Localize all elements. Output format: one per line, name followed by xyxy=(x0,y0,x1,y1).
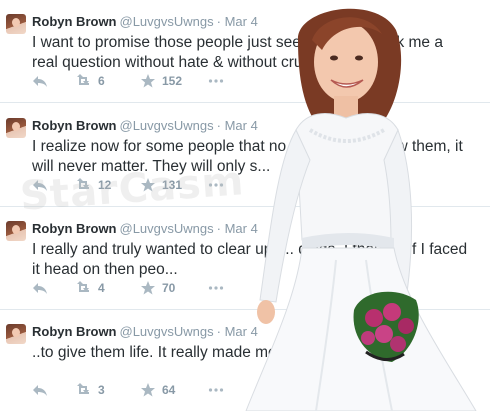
more-button[interactable] xyxy=(208,383,224,397)
retweet-icon xyxy=(76,74,92,88)
star-icon xyxy=(140,178,156,192)
reply-icon xyxy=(32,281,48,295)
more-button[interactable] xyxy=(208,178,224,192)
favorite-count: 152 xyxy=(162,74,183,88)
more-button[interactable] xyxy=(208,281,224,295)
retweet-icon xyxy=(76,383,92,397)
favorite-count: 70 xyxy=(162,281,176,295)
favorite-button[interactable]: 131 xyxy=(140,178,182,192)
more-icon xyxy=(208,178,224,192)
user-handle[interactable]: @LuvgvsUwngs xyxy=(120,118,214,133)
favorite-button[interactable]: 64 xyxy=(140,383,175,397)
retweet-icon xyxy=(76,281,92,295)
retweet-count: 4 xyxy=(98,281,105,295)
favorite-count: 64 xyxy=(162,383,176,397)
favorite-button[interactable]: 152 xyxy=(140,74,182,88)
reply-button[interactable] xyxy=(32,383,48,397)
star-icon xyxy=(140,383,156,397)
reply-icon xyxy=(32,178,48,192)
reply-icon xyxy=(32,383,48,397)
avatar[interactable] xyxy=(6,324,26,344)
user-name[interactable]: Robyn Brown xyxy=(32,324,117,339)
tweet-header: Robyn Brown @LuvgvsUwngs · Mar 4 xyxy=(32,324,258,339)
more-icon xyxy=(208,383,224,397)
more-icon xyxy=(208,281,224,295)
retweet-button[interactable]: 6 xyxy=(76,74,105,88)
retweet-icon xyxy=(76,178,92,192)
tweet-header: Robyn Brown @LuvgvsUwngs · Mar 4 xyxy=(32,221,258,236)
user-handle[interactable]: @LuvgvsUwngs xyxy=(120,324,214,339)
reply-button[interactable] xyxy=(32,74,48,88)
user-name[interactable]: Robyn Brown xyxy=(32,221,117,236)
retweet-button[interactable]: 3 xyxy=(76,383,105,397)
reply-button[interactable] xyxy=(32,281,48,295)
more-button[interactable] xyxy=(208,74,224,88)
favorite-count: 131 xyxy=(162,178,183,192)
user-handle[interactable]: @LuvgvsUwngs xyxy=(120,221,214,236)
retweet-count: 6 xyxy=(98,74,105,88)
tweet-header: Robyn Brown @LuvgvsUwngs · Mar 4 xyxy=(32,118,258,133)
reply-icon xyxy=(32,74,48,88)
favorite-button[interactable]: 70 xyxy=(140,281,175,295)
avatar[interactable] xyxy=(6,118,26,138)
user-name[interactable]: Robyn Brown xyxy=(32,14,117,29)
bride-photo xyxy=(245,8,477,411)
tweet-header: Robyn Brown @LuvgvsUwngs · Mar 4 xyxy=(32,14,258,29)
user-name[interactable]: Robyn Brown xyxy=(32,118,117,133)
star-icon xyxy=(140,74,156,88)
avatar[interactable] xyxy=(6,221,26,241)
retweet-button[interactable]: 4 xyxy=(76,281,105,295)
retweet-count: 3 xyxy=(98,383,105,397)
avatar[interactable] xyxy=(6,14,26,34)
reply-button[interactable] xyxy=(32,178,48,192)
user-handle[interactable]: @LuvgvsUwngs xyxy=(120,14,214,29)
retweet-count: 12 xyxy=(98,178,112,192)
star-icon xyxy=(140,281,156,295)
more-icon xyxy=(208,74,224,88)
retweet-button[interactable]: 12 xyxy=(76,178,111,192)
